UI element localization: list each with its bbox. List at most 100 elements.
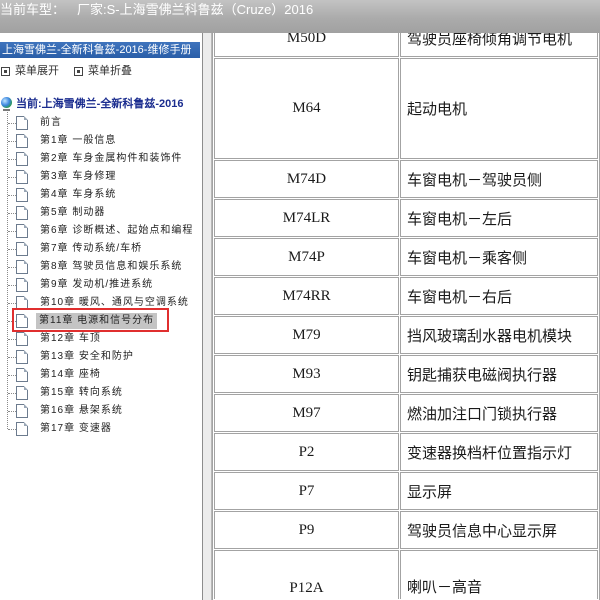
component-code-cell: M74RR: [214, 277, 399, 315]
tree-item[interactable]: 前言: [0, 114, 202, 132]
page-icon: [16, 206, 28, 220]
component-name-cell: 车窗电机－驾驶员侧: [400, 160, 598, 198]
page-icon: [16, 152, 28, 166]
tree-item[interactable]: 第6章 诊断概述、起始点和编程: [0, 222, 202, 240]
tree-item-label[interactable]: 第7章 传动系统/车桥: [40, 240, 142, 258]
table-row: P12A 喇叭－高音: [214, 550, 598, 599]
tree-connector: [8, 123, 16, 124]
tree-item-label[interactable]: 第12章 车顶: [40, 330, 101, 348]
menu-collapse-label: 菜单折叠: [88, 65, 132, 77]
panel-splitter[interactable]: [202, 33, 212, 600]
tree-connector: [8, 177, 16, 178]
tree-connector: [8, 357, 16, 358]
tree-item[interactable]: 第5章 制动器: [0, 204, 202, 222]
tree-item-label[interactable]: 第4章 车身系统: [40, 186, 116, 204]
tree-item[interactable]: 第15章 转向系统: [0, 384, 202, 402]
page-icon: [16, 368, 28, 382]
page-icon: [16, 170, 28, 184]
tree-item[interactable]: 第7章 传动系统/车桥: [0, 240, 202, 258]
tree-connector: [8, 303, 16, 304]
component-name-cell: 显示屏: [400, 472, 598, 510]
tree-item[interactable]: 第13章 安全和防护: [0, 348, 202, 366]
tree-connector: [8, 249, 16, 250]
component-code-cell: M93: [214, 355, 399, 393]
tree-item-label[interactable]: 第17章 变速器: [40, 420, 112, 438]
component-name-cell: 变速器换档杆位置指示灯: [400, 433, 598, 471]
component-code-cell: M79: [214, 316, 399, 354]
current-vehicle-value: 厂家:S-上海雪佛兰科鲁兹（Cruze）2016: [77, 2, 314, 17]
table-row: P2 变速器换档杆位置指示灯: [214, 433, 598, 471]
tree-item[interactable]: 第17章 变速器: [0, 420, 202, 438]
tree-item-label[interactable]: 第8章 驾驶员信息和娱乐系统: [40, 258, 182, 276]
tree-item[interactable]: 第12章 车顶: [0, 330, 202, 348]
component-code-cell: P7: [214, 472, 399, 510]
globe-icon: [1, 97, 12, 111]
tree-connector: [8, 375, 16, 376]
tree-root[interactable]: 当前:上海雪佛兰-全新科鲁兹-2016: [0, 96, 202, 112]
component-name-cell: 喇叭－高音: [400, 550, 598, 599]
tree-item[interactable]: 第14章 座椅: [0, 366, 202, 384]
tree-connector: [8, 195, 16, 196]
page-icon: [16, 116, 28, 130]
tree-item-label[interactable]: 第2章 车身金属构件和装饰件: [40, 150, 182, 168]
component-name-cell: 起动电机: [400, 58, 598, 159]
tree-item[interactable]: 第4章 车身系统: [0, 186, 202, 204]
component-name-cell: 挡风玻璃刮水器电机模块: [400, 316, 598, 354]
tree-connector: [8, 429, 16, 430]
manual-title: 上海雪佛兰-全新科鲁兹-2016-维修手册: [0, 42, 200, 58]
component-name-cell: 车窗电机－右后: [400, 277, 598, 315]
tree-item-label[interactable]: 第16章 悬架系统: [40, 402, 123, 420]
tree-item[interactable]: 第16章 悬架系统: [0, 402, 202, 420]
component-code-cell: P9: [214, 511, 399, 549]
table-row: P7 显示屏: [214, 472, 598, 510]
component-name-cell: 车窗电机－乘客侧: [400, 238, 598, 276]
tree-root-label[interactable]: 当前:上海雪佛兰-全新科鲁兹-2016: [16, 96, 183, 112]
tree-connector: [8, 411, 16, 412]
current-vehicle-label: 当前车型：: [0, 2, 66, 17]
component-code-cell: M74P: [214, 238, 399, 276]
current-vehicle-bar: 当前车型： 厂家:S-上海雪佛兰科鲁兹（Cruze）2016: [0, 0, 600, 33]
component-name-cell: 车窗电机－左后: [400, 199, 598, 237]
tree-list: 前言 第1章 一般信息 第2章 车身金属构件和装饰件 第3章 车身修理 第4章 车身系统…: [0, 114, 202, 444]
tree-item-label[interactable]: 第9章 发动机/推进系统: [40, 276, 153, 294]
tree-item[interactable]: 第3章 车身修理: [0, 168, 202, 186]
page-icon: [16, 332, 28, 346]
component-table: M50D 驾驶员座椅倾角调节电机 M64 起动电机 M74D 车窗电机－驾驶员侧 M74LR…: [212, 17, 600, 600]
page-icon: [16, 224, 28, 238]
tree-item-label[interactable]: 第15章 转向系统: [40, 384, 123, 402]
tree-connector: [8, 339, 16, 340]
tree-item[interactable]: 第1章 一般信息: [0, 132, 202, 150]
tree-connector: [8, 213, 16, 214]
menu-expand-label: 菜单展开: [15, 65, 59, 77]
page-icon: [16, 386, 28, 400]
manual-sidebar: 上海雪佛兰-全新科鲁兹-2016-维修手册 菜单展开 菜单折叠 当前:上海雪佛兰…: [0, 33, 202, 600]
tree-item[interactable]: 第9章 发动机/推进系统: [0, 276, 202, 294]
tree-connector: [8, 141, 16, 142]
tree-item[interactable]: 第2章 车身金属构件和装饰件: [0, 150, 202, 168]
component-code-cell: M74LR: [214, 199, 399, 237]
table-row: M74LR 车窗电机－左后: [214, 199, 598, 237]
menu-expand-button[interactable]: 菜单展开: [1, 64, 61, 78]
highlight-box: [12, 308, 169, 332]
tree-item-label[interactable]: 第3章 车身修理: [40, 168, 116, 186]
table-row: M74P 车窗电机－乘客侧: [214, 238, 598, 276]
table-row: M79 挡风玻璃刮水器电机模块: [214, 316, 598, 354]
table-row: M74RR 车窗电机－右后: [214, 277, 598, 315]
menu-collapse-button[interactable]: 菜单折叠: [74, 64, 134, 78]
tree-connector: [8, 231, 16, 232]
menu-expand-icon: [1, 67, 10, 76]
page-icon: [16, 188, 28, 202]
tree-item-label[interactable]: 第1章 一般信息: [40, 132, 116, 150]
tree-item[interactable]: 第8章 驾驶员信息和娱乐系统: [0, 258, 202, 276]
tree-item-label[interactable]: 第14章 座椅: [40, 366, 101, 384]
page-icon: [16, 422, 28, 436]
tree-item-label[interactable]: 第6章 诊断概述、起始点和编程: [40, 222, 193, 240]
component-name-cell: 驾驶员信息中心显示屏: [400, 511, 598, 549]
tree-item-label[interactable]: 第5章 制动器: [40, 204, 105, 222]
table-row: M74D 车窗电机－驾驶员侧: [214, 160, 598, 198]
tree-connector: [8, 159, 16, 160]
tree-connector: [8, 285, 16, 286]
component-table-body: M50D 驾驶员座椅倾角调节电机 M64 起动电机 M74D 车窗电机－驾驶员侧 M74LR…: [214, 19, 598, 599]
tree-item-label[interactable]: 第13章 安全和防护: [40, 348, 134, 366]
tree-item-label[interactable]: 前言: [40, 114, 62, 132]
